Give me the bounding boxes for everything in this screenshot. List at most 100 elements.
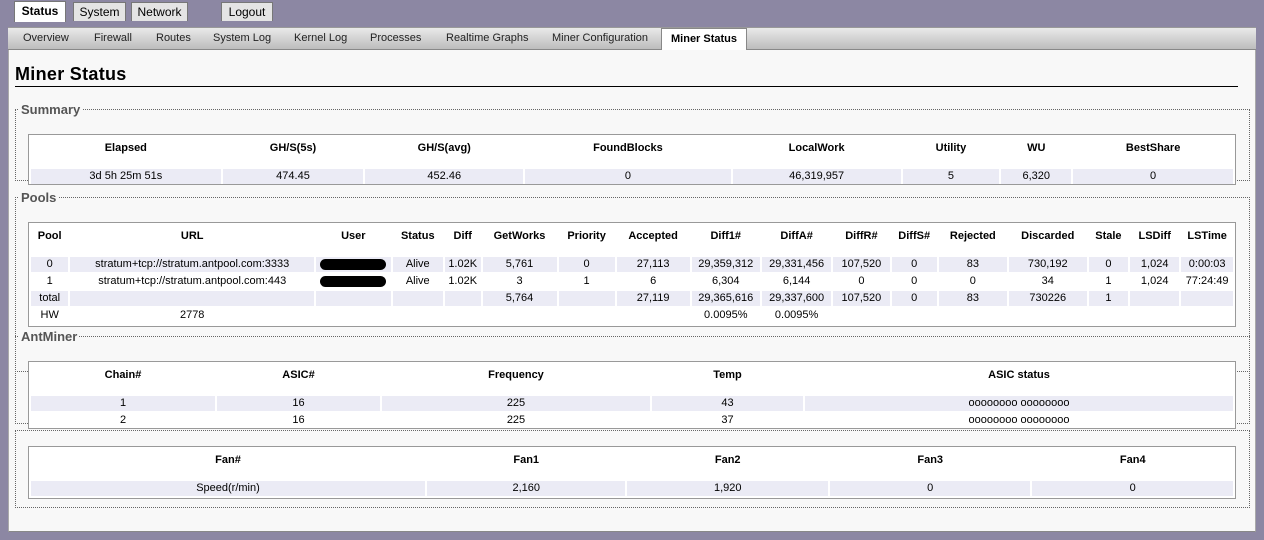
summary-header: BestShare xyxy=(1125,142,1181,154)
pool-cell: 83 xyxy=(938,291,1007,306)
pool-cell: 1,024 xyxy=(1130,257,1180,272)
pool-cell: 29,337,600 xyxy=(761,291,832,306)
pools-header: DiffS# xyxy=(898,230,931,242)
pool-user-redacted xyxy=(316,257,391,272)
summary-cell: 0 xyxy=(1073,169,1233,184)
pool-cell: 5,764 xyxy=(482,291,557,306)
subtab-processes[interactable]: Processes xyxy=(370,32,421,44)
antminer-header: Chain# xyxy=(104,369,142,381)
pools-header: Discarded xyxy=(1021,230,1075,242)
tab-network[interactable]: Network xyxy=(131,2,188,21)
page-title: Miner Status xyxy=(15,64,1238,87)
pool-cell: 730226 xyxy=(1008,291,1087,306)
pools-header: LSTime xyxy=(1187,230,1227,242)
chain-cell: 16 xyxy=(217,413,380,428)
antminer-header: ASIC# xyxy=(282,369,315,381)
subtab-firewall[interactable]: Firewall xyxy=(94,32,132,44)
pools-header: Priority xyxy=(567,230,606,242)
summary-section: Summary Elapsed GH/S(5s) GH/S(avg) Found… xyxy=(15,102,1250,185)
pool-cell: 0 xyxy=(891,257,937,272)
main-content: Miner Status Summary Elapsed GH/S(5s) GH… xyxy=(8,50,1256,532)
hw-percent-diff1: 0.0095% xyxy=(691,308,760,323)
fan-speed-row: Speed(r/min) 2,160 1,920 0 0 xyxy=(31,481,1233,496)
pools-header: Stale xyxy=(1095,230,1122,242)
pool-cell: 0 xyxy=(558,257,615,272)
pool-cell: 1 xyxy=(1088,274,1129,289)
pool-cell: 29,331,456 xyxy=(761,257,832,272)
pool-cell: Alive xyxy=(392,274,443,289)
chain-cell: 43 xyxy=(652,396,803,411)
antminer-section: AntMiner Chain# ASIC# Frequency Temp ASI… xyxy=(15,329,1250,429)
fan-cell: 2,160 xyxy=(426,481,626,496)
pool-url: stratum+tcp://stratum.antpool.com:443 xyxy=(70,274,315,289)
pools-header: Diff xyxy=(453,230,472,242)
subtab-miner-configuration[interactable]: Miner Configuration xyxy=(552,32,648,44)
pool-cell: 77:24:49 xyxy=(1181,274,1233,289)
fan-cell: 0 xyxy=(829,481,1031,496)
fan-cell: Speed(r/min) xyxy=(31,481,425,496)
pools-legend: Pools xyxy=(21,190,57,205)
subtab-miner-status[interactable]: Miner Status xyxy=(661,28,748,50)
pool-cell: 3 xyxy=(482,274,557,289)
pool-cell: 0 xyxy=(31,257,69,272)
hw-value: 2778 xyxy=(70,308,315,323)
hw-label: HW xyxy=(31,308,69,323)
pool-cell: 107,520 xyxy=(833,291,890,306)
summary-header: GH/S(5s) xyxy=(269,142,317,154)
redaction-blob xyxy=(320,258,387,270)
pools-table: Pool URL User Status Diff GetWorks Prior… xyxy=(28,222,1236,327)
fans-header: Fan1 xyxy=(513,454,540,466)
chain-cell: 225 xyxy=(382,413,650,428)
top-tabs: Status System Network Logout xyxy=(0,0,1264,22)
pools-header-row: Pool URL User Status Diff GetWorks Prior… xyxy=(31,225,1233,247)
subtab-kernel-log[interactable]: Kernel Log xyxy=(294,32,347,44)
pool-cell: 730,192 xyxy=(1008,257,1087,272)
pool-cell: 27,119 xyxy=(616,291,690,306)
pools-header: DiffR# xyxy=(845,230,878,242)
pool-cell: 27,113 xyxy=(616,257,690,272)
summary-header: FoundBlocks xyxy=(593,142,663,154)
pool-cell: 107,520 xyxy=(833,257,890,272)
pool-row-total: total 5,764 27,119 29,365,616 29,337,600… xyxy=(31,291,1233,306)
pools-header: LSDiff xyxy=(1138,230,1171,242)
summary-header: Elapsed xyxy=(104,142,147,154)
pool-cell: 1,024 xyxy=(1130,274,1180,289)
sub-tab-bar: Overview Firewall Routes System Log Kern… xyxy=(8,27,1256,50)
summary-cell: 46,319,957 xyxy=(732,169,901,184)
pools-header: Accepted xyxy=(628,230,678,242)
summary-row: 3d 5h 25m 51s 474.45 452.46 0 46,319,957… xyxy=(31,169,1233,184)
chain-cell: 37 xyxy=(652,413,803,428)
subtab-routes[interactable]: Routes xyxy=(156,32,191,44)
asic-status: oooooooo oooooooo xyxy=(805,413,1233,428)
fans-section: Fan# Fan1 Fan2 Fan3 Fan4 Speed(r/min) 2,… xyxy=(15,430,1250,508)
fans-header: Fan2 xyxy=(714,454,741,466)
summary-cell: 0 xyxy=(525,169,731,184)
pool-cell: 6,304 xyxy=(691,274,760,289)
pool-cell: 1 xyxy=(558,274,615,289)
chain-cell: 225 xyxy=(382,396,650,411)
pool-cell xyxy=(392,291,443,306)
subtab-system-log[interactable]: System Log xyxy=(213,32,271,44)
pool-cell: Alive xyxy=(392,257,443,272)
summary-cell: 6,320 xyxy=(1001,169,1072,184)
tab-status[interactable]: Status xyxy=(14,1,66,22)
antminer-table: Chain# ASIC# Frequency Temp ASIC status … xyxy=(28,361,1236,429)
pools-header: Pool xyxy=(37,230,62,242)
pool-cell: 29,359,312 xyxy=(691,257,760,272)
tab-logout[interactable]: Logout xyxy=(221,2,273,21)
fans-header-row: Fan# Fan1 Fan2 Fan3 Fan4 xyxy=(31,449,1233,471)
pool-user-redacted xyxy=(316,274,391,289)
pool-cell: 1.02K xyxy=(444,257,481,272)
summary-header: WU xyxy=(1027,142,1046,154)
subtab-realtime-graphs[interactable]: Realtime Graphs xyxy=(446,32,529,44)
chain-cell: 16 xyxy=(217,396,380,411)
pools-header: URL xyxy=(180,230,204,242)
pool-cell: 6 xyxy=(616,274,690,289)
summary-cell: 474.45 xyxy=(222,169,364,184)
subtab-overview[interactable]: Overview xyxy=(23,32,69,44)
pool-row-1: 1 stratum+tcp://stratum.antpool.com:443 … xyxy=(31,274,1233,289)
summary-cell: 3d 5h 25m 51s xyxy=(31,169,221,184)
fans-header: Fan4 xyxy=(1119,454,1146,466)
pool-url: stratum+tcp://stratum.antpool.com:3333 xyxy=(70,257,315,272)
tab-system[interactable]: System xyxy=(73,2,126,21)
